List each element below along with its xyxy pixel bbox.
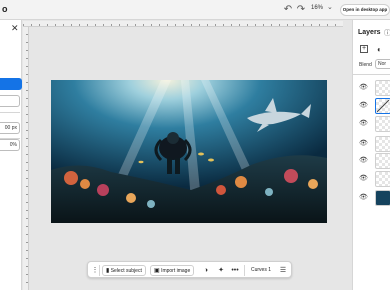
import-image-button[interactable]: ▣ Import image (150, 265, 195, 276)
layer-thumbnail-photo[interactable] (375, 190, 390, 206)
curve-icon (376, 99, 390, 113)
select-subject-icon: ▮ (106, 268, 110, 274)
visibility-eye-icon[interactable]: 👁 (359, 84, 368, 92)
property-field[interactable] (0, 95, 20, 107)
underwater-scene-image (51, 80, 327, 223)
layer-thumbnail[interactable] (375, 136, 390, 152)
more-options-icon[interactable]: ••• (230, 265, 240, 276)
layer-thumbnail[interactable] (375, 80, 390, 96)
adjustment-icon[interactable]: ◑ (201, 265, 211, 276)
generative-fill-icon[interactable]: ✦ (216, 265, 226, 276)
undo-icon[interactable]: ↶ (282, 4, 294, 16)
layers-panel: Layers ⓘ + ◐ Blend Nor 👁 👁 👁 👁 👁 👁 👁 (352, 20, 390, 290)
visibility-eye-icon[interactable]: 👁 (359, 120, 368, 128)
chevron-down-icon[interactable]: ⌄ (327, 3, 333, 11)
close-icon[interactable]: ✕ (11, 23, 19, 34)
left-properties-panel: ✕ 00 px 0% (0, 20, 22, 290)
add-layer-icon[interactable]: + (360, 45, 368, 53)
select-subject-label: Select subject (110, 268, 142, 274)
divider (99, 265, 100, 276)
layer-thumbnail[interactable] (375, 171, 390, 187)
redo-icon[interactable]: ↷ (295, 4, 307, 16)
primary-action-button[interactable] (0, 78, 22, 90)
visibility-eye-icon[interactable]: 👁 (359, 140, 368, 148)
layer-thumbnail[interactable] (375, 153, 390, 169)
layer-thumbnail[interactable] (375, 116, 390, 132)
import-image-label: Import image (161, 268, 191, 274)
blend-label: Blend (359, 62, 372, 68)
curves-label[interactable]: Curves 1 (251, 265, 271, 276)
select-subject-button[interactable]: ▮ Select subject (102, 265, 146, 276)
visibility-eye-icon[interactable]: 👁 (359, 175, 368, 183)
contextual-task-bar: ⋮ ▮ Select subject ▣ Import image ◑ ✦ ••… (87, 261, 292, 278)
app-logo-text: o (2, 4, 8, 14)
visibility-eye-icon[interactable]: 👁 (359, 194, 368, 202)
divider (244, 265, 245, 276)
open-in-desktop-button[interactable]: Open in desktop app (340, 4, 390, 16)
settings-sliders-icon[interactable]: ☰ (278, 265, 288, 276)
mask-icon[interactable]: ◐ (377, 45, 382, 54)
ruler-vertical (23, 27, 29, 290)
image-icon: ▣ (154, 268, 160, 274)
canvas-image[interactable] (51, 80, 327, 223)
layers-title: Layers (358, 29, 381, 36)
layer-thumbnail-selected[interactable] (375, 98, 390, 114)
visibility-eye-icon[interactable]: 👁 (359, 102, 368, 110)
divider (353, 74, 390, 75)
top-bar: o ↶ ↷ 16% ⌄ Open in desktop app (0, 0, 390, 20)
info-icon[interactable]: ⓘ (384, 28, 390, 38)
blend-mode-select[interactable]: Nor (375, 59, 390, 69)
width-field[interactable]: 00 px (0, 122, 20, 134)
divider (0, 112, 20, 113)
visibility-eye-icon[interactable]: 👁 (359, 157, 368, 165)
ruler-horizontal (23, 21, 343, 27)
percent-field[interactable]: 0% (0, 139, 20, 151)
app-logo[interactable]: o (0, 0, 22, 20)
zoom-level[interactable]: 16% (311, 5, 323, 11)
